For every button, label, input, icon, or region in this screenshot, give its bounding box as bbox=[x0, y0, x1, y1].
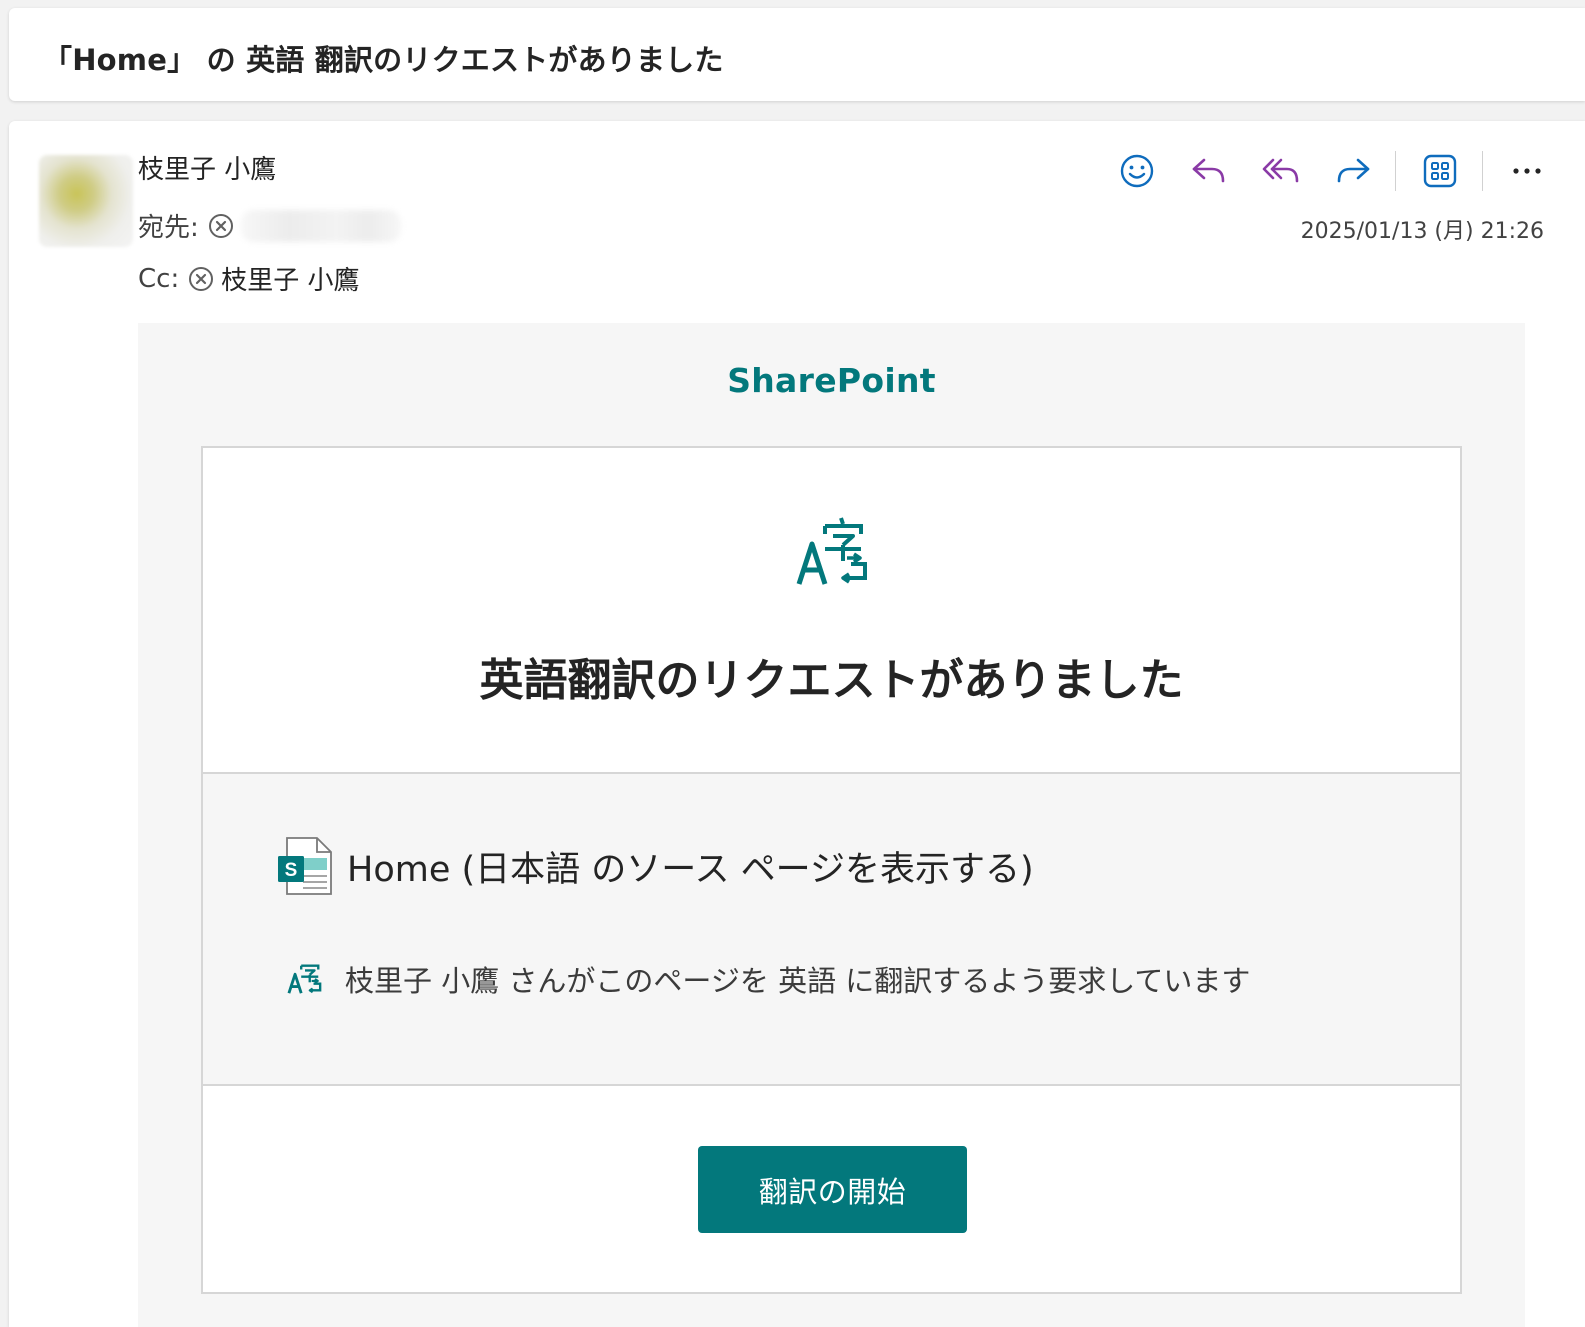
remove-recipient-icon[interactable] bbox=[208, 213, 233, 238]
page-link[interactable]: Home (日本語 のソース ページを表示する) bbox=[347, 841, 1034, 892]
cc-recipient[interactable]: 枝里子 小鷹 bbox=[221, 260, 359, 297]
email-subject: 「Home」 の 英語 翻訳のリクエストがありました bbox=[43, 43, 724, 77]
message-timestamp: 2025/01/13 (月) 21:26 bbox=[1300, 219, 1544, 244]
reply-all-icon[interactable] bbox=[1253, 149, 1309, 193]
sender-name[interactable]: 枝里子 小鷹 bbox=[138, 149, 276, 186]
more-icon[interactable] bbox=[1499, 149, 1555, 193]
sender-avatar[interactable] bbox=[39, 155, 133, 247]
sharepoint-page-icon: S bbox=[278, 837, 332, 895]
toolbar-divider bbox=[1482, 151, 1483, 191]
to-row: 宛先: bbox=[138, 207, 401, 244]
card-details: S Home (日本語 のソース ページを表示する) 枝里子 小鷹 さんがこのペ… bbox=[203, 774, 1460, 1086]
smiley-icon[interactable] bbox=[1109, 149, 1165, 193]
translate-icon bbox=[796, 517, 867, 585]
card-hero: 英語翻訳のリクエストがありました bbox=[203, 448, 1460, 774]
translate-small-icon bbox=[287, 964, 322, 994]
notification-card: 英語翻訳のリクエストがありました S Home (日本語 のソース ページを表示… bbox=[201, 446, 1462, 1294]
reading-pane: 枝里子 小鷹 宛先: Cc: 枝里子 小鷹 2025/01/13 (月) 21:… bbox=[9, 121, 1585, 1327]
reply-icon[interactable] bbox=[1181, 149, 1237, 193]
sharepoint-logo: SharePoint bbox=[727, 361, 936, 400]
subject-bar: 「Home」 の 英語 翻訳のリクエストがありました bbox=[9, 8, 1585, 101]
card-action-area: 翻訳の開始 bbox=[203, 1086, 1460, 1292]
forward-icon[interactable] bbox=[1325, 149, 1381, 193]
remove-recipient-icon[interactable] bbox=[189, 266, 214, 291]
svg-text:S: S bbox=[285, 860, 298, 881]
cc-row: Cc: 枝里子 小鷹 bbox=[138, 260, 359, 297]
email-body: SharePoint 英語翻訳のリクエストがありました S Home (日本語 … bbox=[138, 323, 1525, 1327]
start-translation-button[interactable]: 翻訳の開始 bbox=[698, 1146, 967, 1233]
to-recipient-redacted[interactable] bbox=[240, 209, 401, 242]
card-title: 英語翻訳のリクエストがありました bbox=[479, 655, 1184, 706]
to-label: 宛先: bbox=[138, 213, 199, 243]
apps-icon[interactable] bbox=[1412, 149, 1468, 193]
request-row: 枝里子 小鷹 さんがこのページを 英語 に翻訳するよう要求しています bbox=[287, 958, 1250, 1000]
cc-label: Cc: bbox=[138, 263, 180, 294]
message-actions bbox=[1093, 149, 1555, 193]
request-text: 枝里子 小鷹 さんがこのページを 英語 に翻訳するよう要求しています bbox=[345, 964, 1251, 998]
toolbar-divider bbox=[1395, 151, 1396, 191]
page-row: S Home (日本語 のソース ページを表示する) bbox=[277, 836, 1034, 896]
